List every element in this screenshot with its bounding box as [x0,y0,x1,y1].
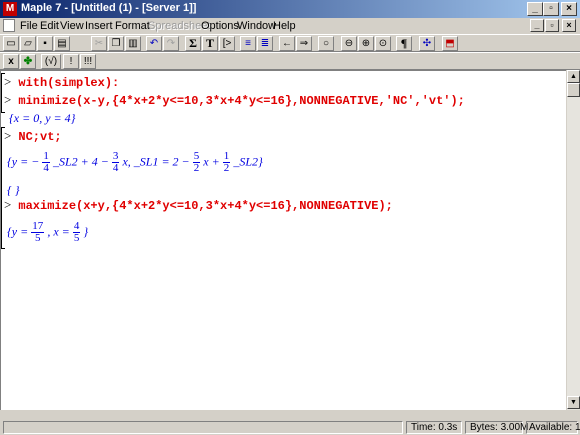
prompt: > [4,74,12,89]
output-text: { } [7,183,20,197]
redo-icon[interactable]: ↷ [163,36,179,51]
input-line-1[interactable]: > with(simplex): [4,74,119,90]
denominator: 5 [35,232,41,244]
doc-restore-button[interactable]: ▫ [545,19,559,32]
zoom-100-icon[interactable]: ⊙ [375,36,391,51]
output-text: _SL2 + 4 − [52,154,109,169]
outdent-icon[interactable]: ≣ [257,36,273,51]
status-time: Time: 0.3s [406,421,462,434]
doc-close-button[interactable]: × [562,19,576,32]
output-text: {x = 0, y = 4} [9,111,76,125]
menu-options[interactable]: Options [201,20,239,32]
minimize-button[interactable]: _ [527,2,543,16]
sqrt-icon[interactable]: (√) [41,54,61,69]
main-toolbar: ▭ ▱ ▪ ▤ ✂ ❐ ▥ ↶ ↷ Σ T [> ≡ ≣ ← ⇒ ○ ⊖ ⊕ ⊙… [0,34,580,52]
menu-insert[interactable]: Insert [85,20,113,32]
input-line-2[interactable]: > minimize(x-y,{4*x+2*y<=10,3*x+4*y<=16}… [4,92,465,108]
worksheet[interactable]: > with(simplex): > minimize(x-y,{4*x+2*y… [0,70,566,410]
output-nc: {y = − 14 _SL2 + 4 − 34 x, _SL1 = 2 − 52… [7,151,263,174]
title-bar: M Maple 7 - [Untitled (1) - [Server 1]] … [0,0,580,18]
output-text: } [83,224,89,239]
denominator: 4 [112,162,119,174]
output-text: x + [203,154,220,169]
fraction: 17 5 [31,221,45,244]
prompt: > [4,92,12,107]
zoom-out-icon[interactable]: ⊖ [341,36,357,51]
doc-minimize-button[interactable]: _ [530,19,544,32]
menu-window[interactable]: Window [237,20,276,32]
fraction: 14 [42,151,50,174]
print-icon[interactable]: ▤ [54,36,70,51]
input-line-3[interactable]: > NC;vt; [4,128,62,144]
back-arrow-icon[interactable]: ← [279,36,295,51]
window-title: Maple 7 - [Untitled (1) - [Server 1]] [21,2,197,14]
zoom-in-icon[interactable]: ⊕ [358,36,374,51]
insert-prompt-icon[interactable]: [> [219,36,235,51]
menu-format[interactable]: Format [115,20,150,32]
group-bracket [1,127,5,249]
denominator: 2 [223,162,230,174]
expand-section-icon[interactable]: ✣ [419,36,435,51]
accept-icon[interactable]: ✤ [20,54,36,69]
output-vt: { } [7,183,20,198]
indent-icon[interactable]: ≡ [240,36,256,51]
command-minimize[interactable]: minimize(x-y,{4*x+2*y<=10,3*x+4*y<=16},N… [18,94,464,108]
denominator: 2 [193,162,200,174]
open-folder-icon[interactable]: ▱ [20,36,36,51]
menu-bar: File Edit View Insert Format Spreadsheet… [0,18,580,34]
output-text: , x = [47,224,70,239]
maximize-button[interactable]: ▫ [543,2,559,16]
cut-icon[interactable]: ✂ [91,36,107,51]
close-button[interactable]: × [561,2,577,16]
status-message [3,421,403,434]
prompt: > [4,197,12,212]
context-toolbar: x ✤ (√) ! !!! [0,52,580,70]
prompt: > [4,128,12,143]
output-text: _SL2} [233,154,263,169]
status-available: Available: 123M [526,421,580,434]
command-with-simplex[interactable]: with(simplex): [18,76,119,90]
fraction: 45 [72,221,81,244]
copy-icon[interactable]: ❐ [108,36,124,51]
new-file-icon[interactable]: ▭ [3,36,19,51]
forward-arrow-icon[interactable]: ⇒ [296,36,312,51]
output-text: {y = [7,224,29,239]
scroll-down-icon[interactable]: ▼ [567,396,580,409]
command-maximize[interactable]: maximize(x+y,{4*x+2*y<=10,3*x+4*y<=16},N… [18,199,392,213]
sum-icon[interactable]: Σ [185,36,201,51]
input-line-4[interactable]: > maximize(x+y,{4*x+2*y<=10,3*x+4*y<=16}… [4,197,393,213]
document-icon[interactable] [3,19,15,32]
cancel-x-icon[interactable]: x [3,54,19,69]
status-bytes: Bytes: 3.00M [465,421,528,434]
fraction: 34 [111,151,120,174]
save-icon[interactable]: ▪ [37,36,53,51]
output-text: x, _SL1 = 2 − [122,154,190,169]
fraction: 52 [192,151,201,174]
output-maximize: {y = 17 5 , x = 45 } [7,221,88,244]
fraction: 12 [222,151,231,174]
status-bar: Time: 0.3s Bytes: 3.00M Available: 123M [0,419,580,435]
denominator: 4 [43,162,49,174]
scroll-thumb[interactable] [567,83,580,97]
output-text: {y = − [7,154,40,169]
command-nc-vt[interactable]: NC;vt; [18,130,61,144]
text-mode-icon[interactable]: T [202,36,218,51]
maple-leaf-icon[interactable]: M [3,2,17,16]
execute-all-icon[interactable]: !!! [80,54,96,69]
denominator: 5 [73,232,80,244]
scroll-up-icon[interactable]: ▲ [567,70,580,83]
menu-file[interactable]: File [20,20,38,32]
vertical-scrollbar[interactable]: ▲ ▼ [566,70,580,410]
restart-icon[interactable]: ⬒ [442,36,458,51]
output-minimize: {x = 0, y = 4} [9,111,75,126]
execute-icon[interactable]: ! [63,54,79,69]
menu-help[interactable]: Help [273,20,296,32]
paste-icon[interactable]: ▥ [125,36,141,51]
undo-icon[interactable]: ↶ [146,36,162,51]
menu-edit[interactable]: Edit [40,20,59,32]
stop-icon[interactable]: ○ [318,36,334,51]
menu-view[interactable]: View [60,20,84,32]
paragraph-icon[interactable]: ¶ [396,36,412,51]
